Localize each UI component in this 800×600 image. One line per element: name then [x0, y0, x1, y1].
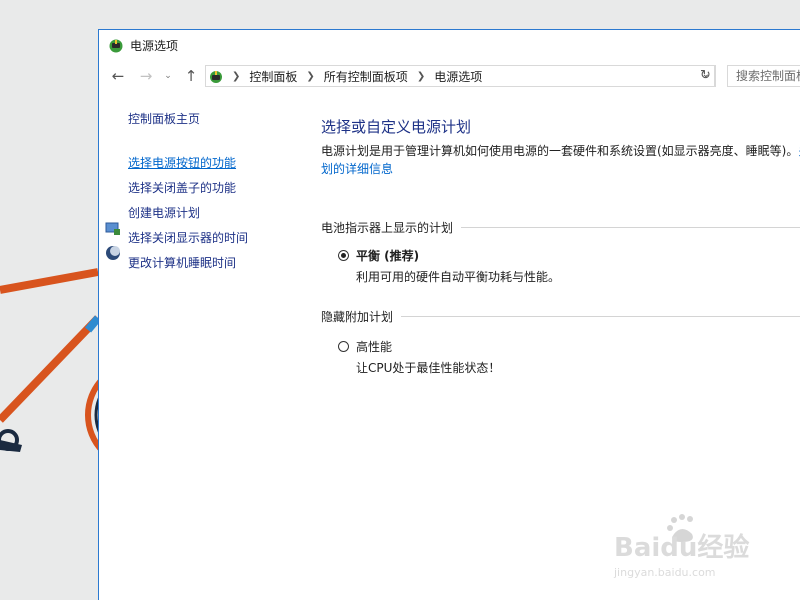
sidebar-item-lid-close[interactable]: 选择关闭盖子的功能: [128, 179, 236, 196]
plan-high-performance-label[interactable]: 高性能: [356, 338, 392, 355]
plan-high-performance-description: 让CPU处于最佳性能状态！: [356, 361, 501, 375]
chevron-down-icon[interactable]: ⌄: [162, 66, 174, 86]
plan-balanced-description: 利用可用的硬件自动平衡功耗与性能。: [356, 270, 561, 284]
battery-plans-group-title: 电池指示器上显示的计划: [321, 221, 454, 235]
title-bar[interactable]: 电源选项: [99, 30, 800, 60]
arrow-up-icon[interactable]: ↑: [181, 66, 201, 86]
control-panel-icon: [210, 71, 222, 83]
breadcrumb-chevron-icon: ❯: [232, 70, 241, 82]
watermark-brand: Baidu经验: [614, 532, 749, 563]
group-divider: [461, 227, 800, 228]
breadcrumb-item-all-items[interactable]: 所有控制面板项: [324, 68, 408, 85]
hidden-plans-group-title[interactable]: 隐藏附加计划: [321, 308, 393, 325]
arrow-left-icon[interactable]: ←: [108, 66, 128, 86]
breadcrumb-item-power-options[interactable]: 电源选项: [434, 68, 482, 85]
navigation-bar: ← → ⌄ ↑ ❯ 控制面板 ❯ 所有控制面板项 ❯ 电源选项 ⌄ ↻: [99, 63, 800, 89]
address-bar[interactable]: ❯ 控制面板 ❯ 所有控制面板项 ❯ 电源选项 ⌄: [205, 65, 715, 87]
breadcrumb-chevron-icon[interactable]: ❯: [417, 71, 425, 82]
sidebar-item-power-button[interactable]: 选择电源按钮的功能: [128, 154, 236, 171]
battery-plans-group-header: 电池指示器上显示的计划: [321, 219, 800, 236]
wallpaper-bike-accent: [84, 315, 102, 333]
breadcrumb-chevron-icon[interactable]: ❯: [306, 71, 314, 82]
moon-sleep-icon: [106, 246, 120, 260]
sidebar-item-display-off[interactable]: 选择关闭显示器的时间: [128, 229, 248, 246]
wallpaper-bike-top-tube: [0, 268, 99, 294]
window-title: 电源选项: [130, 39, 179, 53]
hidden-plans-group-header[interactable]: 隐藏附加计划: [321, 308, 800, 325]
page-title: 选择或自定义电源计划: [321, 118, 472, 136]
plan-balanced-radio[interactable]: [338, 250, 349, 261]
plan-details-link[interactable]: 划的详细信息: [321, 160, 393, 177]
baidu-watermark: Baidu经验 jingyan.baidu.com: [613, 514, 749, 579]
refresh-icon[interactable]: ↻: [696, 65, 716, 87]
sidebar-item-create-plan[interactable]: 创建电源计划: [128, 204, 200, 221]
plan-balanced-label[interactable]: 平衡 (推荐): [356, 247, 419, 264]
wallpaper-bike-down-tube: [0, 315, 101, 423]
breadcrumb-item-control-panel[interactable]: 控制面板: [249, 68, 297, 85]
plan-high-performance-radio[interactable]: [338, 341, 349, 352]
search-input[interactable]: [727, 65, 800, 87]
arrow-right-icon[interactable]: →: [136, 66, 156, 86]
power-options-icon: [109, 39, 123, 53]
control-panel-home-link[interactable]: 控制面板主页: [128, 110, 200, 127]
breadcrumb: ❯ 控制面板 ❯ 所有控制面板项 ❯ 电源选项: [232, 66, 482, 86]
group-divider: [401, 316, 800, 317]
description-body: 电源计划是用于管理计算机如何使用电源的一套硬件和系统设置(如显示器亮度、睡眠等)…: [321, 144, 799, 158]
sidebar-item-sleep-time[interactable]: 更改计算机睡眠时间: [128, 254, 236, 271]
description-text: 电源计划是用于管理计算机如何使用电源的一套硬件和系统设置(如显示器亮度、睡眠等)…: [321, 142, 800, 160]
display-power-icon: [105, 222, 120, 235]
watermark-url: jingyan.baidu.com: [613, 566, 716, 579]
left-navigation-pane: 控制面板主页 选择电源按钮的功能 选择关闭盖子的功能 创建电源计划 选择关闭显示…: [99, 102, 299, 600]
